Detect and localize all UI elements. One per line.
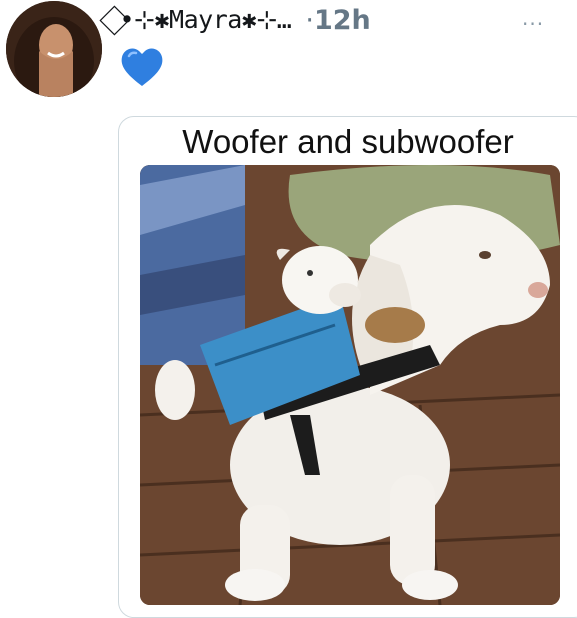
media-photo[interactable] (140, 165, 560, 605)
dog-with-puppy-backpack-photo (140, 165, 560, 605)
more-options-button[interactable]: ··· (522, 12, 544, 36)
media-caption: Woofer and subwoofer (182, 123, 514, 160)
tweet-timestamp[interactable]: 12h (314, 5, 371, 36)
author-display-name[interactable]: ⃟•⊹✱Mayra✱⊹… (120, 5, 292, 35)
profile-photo (6, 1, 102, 97)
blue-heart-icon (121, 48, 163, 86)
tweet-media-card[interactable]: Woofer and subwoofer (118, 116, 577, 618)
separator-dot: · (305, 4, 314, 36)
tweet-header: ⃟•⊹✱Mayra✱⊹… ·12h (120, 0, 371, 40)
author-avatar[interactable] (6, 1, 102, 97)
